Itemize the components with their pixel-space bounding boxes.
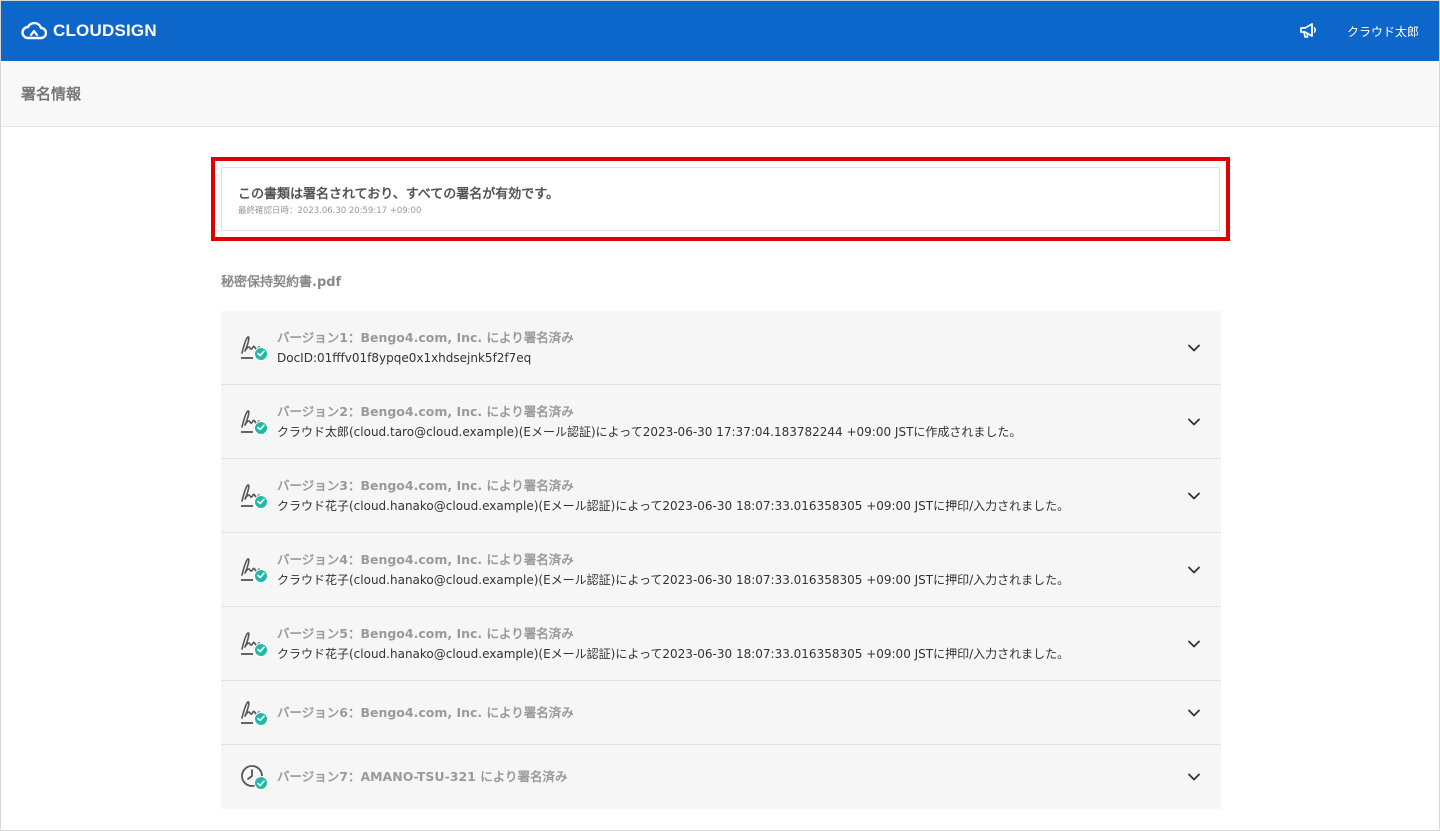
chevron-down-icon[interactable] <box>1187 343 1201 353</box>
version-item[interactable]: バージョン2：Bengo4.com, Inc. により署名済み クラウド太郎(c… <box>221 385 1221 459</box>
version-item[interactable]: バージョン1：Bengo4.com, Inc. により署名済み DocID:01… <box>221 311 1221 385</box>
check-badge-icon <box>254 642 268 657</box>
version-title: バージョン3：Bengo4.com, Inc. により署名済み <box>277 477 574 493</box>
version-item[interactable]: バージョン7：AMANO-TSU-321 により署名済み <box>221 745 1221 809</box>
version-title: バージョン7：AMANO-TSU-321 により署名済み <box>277 769 568 784</box>
megaphone-icon[interactable] <box>1299 22 1319 40</box>
check-badge-icon <box>254 420 268 435</box>
version-title: バージョン5：Bengo4.com, Inc. により署名済み <box>277 625 574 641</box>
signature-icon <box>239 407 269 437</box>
version-list: バージョン1：Bengo4.com, Inc. により署名済み DocID:01… <box>221 311 1221 809</box>
user-menu[interactable]: クラウド太郎 <box>1347 23 1419 40</box>
check-badge-icon <box>254 568 268 583</box>
version-detail: クラウド太郎(cloud.taro@cloud.example)(Eメール認証)… <box>277 424 1022 439</box>
version-item[interactable]: バージョン3：Bengo4.com, Inc. により署名済み クラウド花子(c… <box>221 459 1221 533</box>
highlight-box: この書類は署名されており、すべての署名が有効です。 最終確認日時：2023.06… <box>211 157 1230 241</box>
version-item[interactable]: バージョン5：Bengo4.com, Inc. により署名済み クラウド花子(c… <box>221 607 1221 681</box>
version-detail: クラウド花子(cloud.hanako@cloud.example)(Eメール認… <box>277 572 1070 587</box>
chevron-down-icon[interactable] <box>1187 708 1201 718</box>
version-title: バージョン1：Bengo4.com, Inc. により署名済み <box>277 329 574 345</box>
cloudsign-logo[interactable]: CLOUDSIGN <box>21 21 157 41</box>
signature-icon <box>239 333 269 363</box>
timestamp-clock-icon <box>239 762 269 792</box>
chevron-down-icon[interactable] <box>1187 565 1201 575</box>
page-header: 署名情報 <box>1 61 1439 127</box>
version-title: バージョン2：Bengo4.com, Inc. により署名済み <box>277 403 574 419</box>
chevron-down-icon[interactable] <box>1187 772 1201 782</box>
window-frame: CLOUDSIGN クラウド太郎 署名情報 この書類は署名されており、すべての署… <box>0 0 1440 831</box>
page-title: 署名情報 <box>21 85 82 103</box>
version-detail: DocID:01fffv01f8ypqe0x1xhdsejnk5f2f7eq <box>277 350 532 365</box>
status-message: この書類は署名されており、すべての署名が有効です。 <box>238 187 559 202</box>
top-navigation-bar: CLOUDSIGN クラウド太郎 <box>1 1 1439 61</box>
version-item[interactable]: バージョン6：Bengo4.com, Inc. により署名済み <box>221 681 1221 745</box>
cloud-logo-icon <box>21 21 47 41</box>
signature-status-panel: この書類は署名されており、すべての署名が有効です。 最終確認日時：2023.06… <box>221 167 1220 231</box>
check-badge-icon <box>254 711 268 726</box>
document-file-name: 秘密保持契約書.pdf <box>221 275 342 290</box>
check-badge-icon <box>254 494 268 509</box>
check-badge-icon <box>254 346 268 361</box>
last-checked-time: 最終確認日時：2023.06.30 20:59:17 +09:00 <box>238 206 422 216</box>
signature-icon <box>239 481 269 511</box>
version-title: バージョン4：Bengo4.com, Inc. により署名済み <box>277 551 574 567</box>
signature-icon <box>239 629 269 659</box>
chevron-down-icon[interactable] <box>1187 417 1201 427</box>
check-badge-icon <box>254 776 268 790</box>
version-item[interactable]: バージョン4：Bengo4.com, Inc. により署名済み クラウド花子(c… <box>221 533 1221 607</box>
signature-icon <box>239 698 269 728</box>
chevron-down-icon[interactable] <box>1187 639 1201 649</box>
version-detail: クラウド花子(cloud.hanako@cloud.example)(Eメール認… <box>277 498 1070 513</box>
brand-name: CLOUDSIGN <box>53 21 157 40</box>
version-detail: クラウド花子(cloud.hanako@cloud.example)(Eメール認… <box>277 646 1070 661</box>
signature-icon <box>239 555 269 585</box>
version-title: バージョン6：Bengo4.com, Inc. により署名済み <box>277 704 574 720</box>
chevron-down-icon[interactable] <box>1187 491 1201 501</box>
